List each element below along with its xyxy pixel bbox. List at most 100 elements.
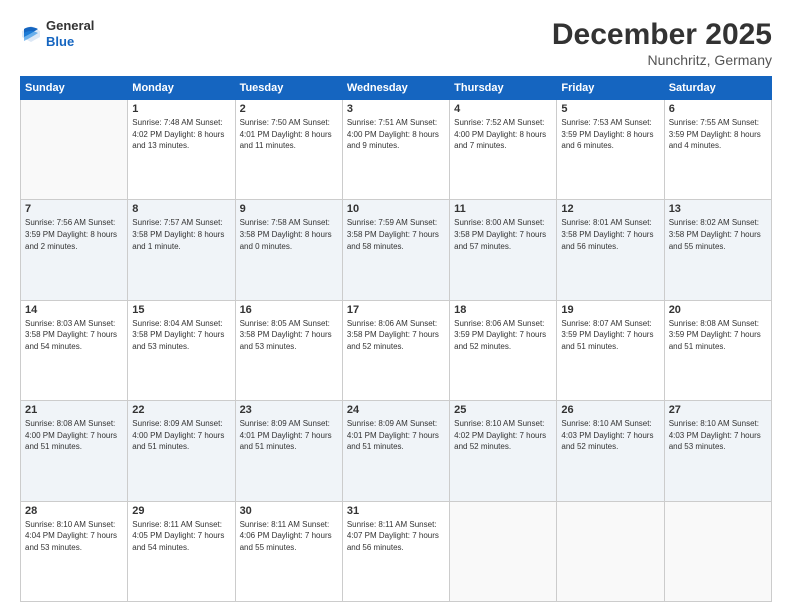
day-info: Sunrise: 7:51 AM Sunset: 4:00 PM Dayligh… [347,117,445,152]
day-info: Sunrise: 8:11 AM Sunset: 4:07 PM Dayligh… [347,519,445,554]
day-number: 24 [347,404,445,416]
table-row [664,501,771,601]
day-info: Sunrise: 8:10 AM Sunset: 4:03 PM Dayligh… [669,418,767,453]
table-row: 30 Sunrise: 8:11 AM Sunset: 4:06 PM Dayli… [235,501,342,601]
table-row: 9 Sunrise: 7:58 AM Sunset: 3:58 PM Daylig… [235,200,342,300]
day-info: Sunrise: 7:50 AM Sunset: 4:01 PM Dayligh… [240,117,338,152]
header-thursday: Thursday [450,77,557,100]
day-info: Sunrise: 7:57 AM Sunset: 3:58 PM Dayligh… [132,217,230,252]
table-row: 10 Sunrise: 7:59 AM Sunset: 3:58 PM Dayli… [342,200,449,300]
day-info: Sunrise: 8:09 AM Sunset: 4:01 PM Dayligh… [347,418,445,453]
day-info: Sunrise: 8:04 AM Sunset: 3:58 PM Dayligh… [132,318,230,353]
table-row: 1 Sunrise: 7:48 AM Sunset: 4:02 PM Daylig… [128,100,235,200]
header: General Blue December 2025 Nunchritz, Ge… [20,18,772,68]
day-number: 4 [454,103,552,115]
day-number: 2 [240,103,338,115]
table-row [450,501,557,601]
day-number: 12 [561,203,659,215]
table-row: 28Sunrise: 8:10 AM Sunset: 4:04 PM Dayli… [21,501,128,601]
day-info: Sunrise: 8:00 AM Sunset: 3:58 PM Dayligh… [454,217,552,252]
day-info: Sunrise: 8:01 AM Sunset: 3:58 PM Dayligh… [561,217,659,252]
header-saturday: Saturday [664,77,771,100]
table-row: 2 Sunrise: 7:50 AM Sunset: 4:01 PM Daylig… [235,100,342,200]
day-number: 11 [454,203,552,215]
table-row: 29 Sunrise: 8:11 AM Sunset: 4:05 PM Dayli… [128,501,235,601]
table-row: 14 Sunrise: 8:03 AM Sunset: 3:58 PM Dayli… [21,300,128,400]
logo: General Blue [20,18,94,49]
day-info: Sunrise: 8:02 AM Sunset: 3:58 PM Dayligh… [669,217,767,252]
table-row [557,501,664,601]
day-number: 22 [132,404,230,416]
day-info: Sunrise: 8:03 AM Sunset: 3:58 PM Dayligh… [25,318,123,353]
calendar-week-row: 1 Sunrise: 7:48 AM Sunset: 4:02 PM Daylig… [21,100,772,200]
day-info: Sunrise: 8:05 AM Sunset: 3:58 PM Dayligh… [240,318,338,353]
calendar-week-row: 28Sunrise: 8:10 AM Sunset: 4:04 PM Dayli… [21,501,772,601]
day-number: 16 [240,304,338,316]
day-number: 7 [25,203,123,215]
table-row [21,100,128,200]
day-info: Sunrise: 7:55 AM Sunset: 3:59 PM Dayligh… [669,117,767,152]
day-number: 13 [669,203,767,215]
table-row: 5 Sunrise: 7:53 AM Sunset: 3:59 PM Daylig… [557,100,664,200]
table-row: 27Sunrise: 8:10 AM Sunset: 4:03 PM Dayli… [664,401,771,501]
day-number: 17 [347,304,445,316]
table-row: 16 Sunrise: 8:05 AM Sunset: 3:58 PM Dayli… [235,300,342,400]
table-row: 31 Sunrise: 8:11 AM Sunset: 4:07 PM Dayli… [342,501,449,601]
table-row: 7Sunrise: 7:56 AM Sunset: 3:59 PM Daylig… [21,200,128,300]
day-info: Sunrise: 7:52 AM Sunset: 4:00 PM Dayligh… [454,117,552,152]
day-number: 30 [240,505,338,517]
table-row: 4 Sunrise: 7:52 AM Sunset: 4:00 PM Daylig… [450,100,557,200]
day-number: 5 [561,103,659,115]
day-info: Sunrise: 8:10 AM Sunset: 4:02 PM Dayligh… [454,418,552,453]
day-number: 1 [132,103,230,115]
table-row: 8Sunrise: 7:57 AM Sunset: 3:58 PM Daylig… [128,200,235,300]
day-info: Sunrise: 8:11 AM Sunset: 4:05 PM Dayligh… [132,519,230,554]
day-number: 31 [347,505,445,517]
location: Nunchritz, Germany [552,52,772,68]
table-row: 26Sunrise: 8:10 AM Sunset: 4:03 PM Dayli… [557,401,664,501]
day-info: Sunrise: 8:10 AM Sunset: 4:04 PM Dayligh… [25,519,123,554]
day-info: Sunrise: 8:07 AM Sunset: 3:59 PM Dayligh… [561,318,659,353]
day-info: Sunrise: 7:59 AM Sunset: 3:58 PM Dayligh… [347,217,445,252]
table-row: 17 Sunrise: 8:06 AM Sunset: 3:58 PM Dayli… [342,300,449,400]
day-number: 6 [669,103,767,115]
calendar-table: Sunday Monday Tuesday Wednesday Thursday… [20,76,772,602]
day-number: 25 [454,404,552,416]
table-row: 25 Sunrise: 8:10 AM Sunset: 4:02 PM Dayli… [450,401,557,501]
day-number: 29 [132,505,230,517]
logo-text: General Blue [46,18,94,49]
day-number: 3 [347,103,445,115]
table-row: 19Sunrise: 8:07 AM Sunset: 3:59 PM Dayli… [557,300,664,400]
calendar-week-row: 21Sunrise: 8:08 AM Sunset: 4:00 PM Dayli… [21,401,772,501]
day-info: Sunrise: 8:08 AM Sunset: 3:59 PM Dayligh… [669,318,767,353]
day-number: 18 [454,304,552,316]
day-number: 10 [347,203,445,215]
logo-icon [20,23,42,45]
day-number: 14 [25,304,123,316]
title-block: December 2025 Nunchritz, Germany [552,18,772,68]
day-info: Sunrise: 8:10 AM Sunset: 4:03 PM Dayligh… [561,418,659,453]
header-monday: Monday [128,77,235,100]
day-info: Sunrise: 7:48 AM Sunset: 4:02 PM Dayligh… [132,117,230,152]
table-row: 22 Sunrise: 8:09 AM Sunset: 4:00 PM Dayli… [128,401,235,501]
table-row: 12 Sunrise: 8:01 AM Sunset: 3:58 PM Dayli… [557,200,664,300]
table-row: 21Sunrise: 8:08 AM Sunset: 4:00 PM Dayli… [21,401,128,501]
table-row: 23Sunrise: 8:09 AM Sunset: 4:01 PM Dayli… [235,401,342,501]
day-info: Sunrise: 8:06 AM Sunset: 3:58 PM Dayligh… [347,318,445,353]
day-info: Sunrise: 8:11 AM Sunset: 4:06 PM Dayligh… [240,519,338,554]
day-number: 20 [669,304,767,316]
logo-blue-text: Blue [46,34,94,50]
day-info: Sunrise: 8:09 AM Sunset: 4:00 PM Dayligh… [132,418,230,453]
day-info: Sunrise: 7:58 AM Sunset: 3:58 PM Dayligh… [240,217,338,252]
page: General Blue December 2025 Nunchritz, Ge… [0,0,792,612]
table-row: 15Sunrise: 8:04 AM Sunset: 3:58 PM Dayli… [128,300,235,400]
month-title: December 2025 [552,18,772,52]
day-info: Sunrise: 7:53 AM Sunset: 3:59 PM Dayligh… [561,117,659,152]
day-info: Sunrise: 8:09 AM Sunset: 4:01 PM Dayligh… [240,418,338,453]
table-row: 6 Sunrise: 7:55 AM Sunset: 3:59 PM Daylig… [664,100,771,200]
table-row: 20 Sunrise: 8:08 AM Sunset: 3:59 PM Dayli… [664,300,771,400]
day-number: 9 [240,203,338,215]
header-friday: Friday [557,77,664,100]
table-row: 24 Sunrise: 8:09 AM Sunset: 4:01 PM Dayli… [342,401,449,501]
header-wednesday: Wednesday [342,77,449,100]
